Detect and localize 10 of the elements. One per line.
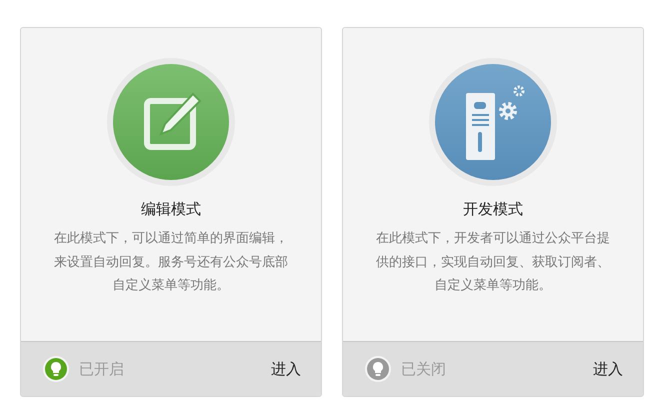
enter-link[interactable]: 进入 (593, 360, 623, 378)
edit-icon (107, 58, 235, 186)
enter-link[interactable]: 进入 (271, 360, 301, 378)
mode-description: 在此模式下，可以通过简单的界面编辑，来设置自动回复。服务号还有公众号底部自定义菜单等功能。 (53, 230, 289, 295)
server-gear-icon (429, 58, 557, 186)
status-label: 已关闭 (401, 360, 447, 378)
mode-title: 编辑模式 (141, 200, 201, 219)
mode-description: 在此模式下，开发者可以通过公众平台提供的接口，实现自动回复、获取订阅者、自定义菜单等功能。 (375, 230, 611, 295)
mode-title: 开发模式 (463, 200, 523, 219)
status-label: 已开启 (79, 360, 125, 378)
